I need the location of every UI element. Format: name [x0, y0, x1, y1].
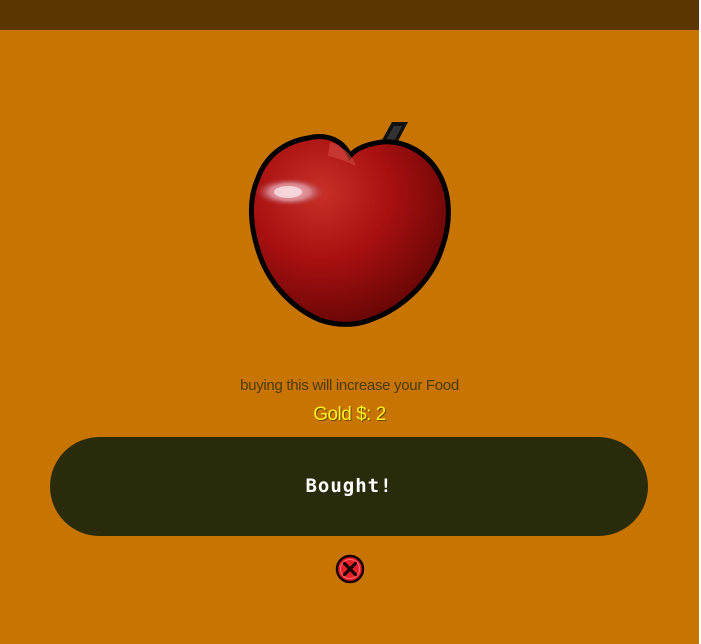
buy-button[interactable]: Bought! [50, 437, 648, 536]
top-bar [0, 0, 699, 30]
apple-icon [249, 122, 451, 327]
shop-panel: buying this will increase your Food Gold… [0, 0, 699, 644]
buy-button-label: Bought! [305, 475, 393, 497]
close-icon[interactable] [335, 554, 365, 584]
gold-price: Gold $: 2 [313, 404, 386, 425]
item-description: buying this will increase your Food [240, 377, 459, 394]
